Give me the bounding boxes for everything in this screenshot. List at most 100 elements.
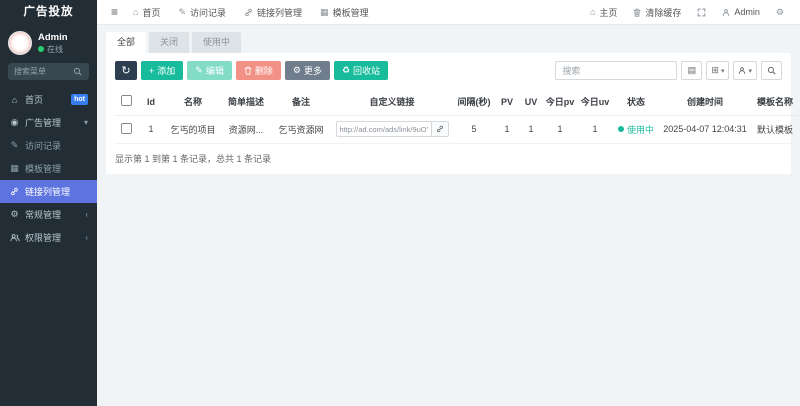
add-button-label: 添加 [157, 66, 176, 76]
col-header-note[interactable]: 备注 [271, 89, 331, 116]
topnav-label: 链接列管理 [257, 7, 303, 18]
status-label: 使用中 [626, 124, 654, 135]
cell-name: 乞丐的项目 [165, 115, 221, 144]
select-all-checkbox[interactable] [120, 94, 132, 107]
col-header-today-pv[interactable]: 今日pv [543, 89, 577, 116]
recycle-icon: ♻ [341, 65, 351, 75]
copy-link-button[interactable] [431, 121, 449, 138]
online-dot-icon [38, 46, 44, 52]
row-checkbox[interactable] [120, 122, 132, 134]
chevron-left-icon: ‹ [85, 210, 88, 219]
sidebar-item-label: 访问记录 [25, 141, 62, 151]
edit-button[interactable]: ✎ 编辑 [187, 61, 232, 80]
more-button-label: 更多 [303, 66, 322, 76]
homepage-button[interactable]: ⌂ 主页 [582, 6, 625, 19]
columns-button[interactable]: ⊞ ▾ [706, 61, 730, 80]
settings-button[interactable]: ⚙ [768, 7, 792, 18]
topnav-home[interactable]: ⌂ 首页 [124, 0, 169, 24]
app-title: 广告投放 [23, 6, 74, 18]
sidebar-item-label: 广告管理 [25, 118, 62, 128]
homepage-label: 主页 [599, 7, 618, 18]
trash-icon [633, 8, 641, 17]
col-header-pv[interactable]: PV [495, 89, 519, 116]
col-header-today-uv[interactable]: 今日uv [577, 89, 613, 116]
topnav-visit-records[interactable]: ✎ 访问记录 [169, 0, 235, 24]
tab-closed[interactable]: 关闭 [149, 32, 190, 53]
status-tabs: 全部 关闭 使用中 [106, 32, 791, 53]
gear-icon: ⚙ [775, 6, 784, 17]
topnav-label: 模板管理 [332, 7, 369, 18]
hamburger-icon[interactable]: ≡ [105, 5, 124, 19]
table-header-row: Id 名称 简单描述 备注 自定义链接 间隔(秒) PV UV 今日pv 今日u… [115, 89, 800, 116]
pencil-icon: ✎ [10, 140, 19, 150]
cell-note: 乞丐资源网 [271, 115, 331, 144]
more-button[interactable]: ⚙ 更多 [284, 61, 330, 80]
bullhorn-icon: ◉ [10, 117, 19, 127]
cell-id: 1 [137, 115, 165, 144]
topbar-right: ⌂ 主页 清除缓存 Admin ⚙ [582, 6, 792, 19]
toggle-view-button[interactable]: ▤ [681, 61, 703, 80]
cell-uv: 1 [519, 115, 543, 144]
gears-icon: ⚙ [10, 209, 19, 219]
refresh-icon: ↻ [121, 65, 131, 77]
table-search-input[interactable] [555, 61, 678, 80]
fullscreen-button[interactable] [689, 8, 714, 17]
col-header-template-name[interactable]: 模板名称 [751, 89, 799, 116]
sidebar-item-visit-records[interactable]: ✎ 访问记录 [0, 134, 97, 157]
delete-button[interactable]: 删除 [235, 61, 281, 80]
topnav-label: 访问记录 [190, 7, 227, 18]
sidebar-search-input[interactable] [14, 67, 72, 76]
col-header-interval[interactable]: 间隔(秒) [453, 89, 495, 116]
col-header-name[interactable]: 名称 [165, 89, 221, 116]
col-header-uv[interactable]: UV [519, 89, 543, 116]
user-name: Admin [38, 31, 68, 43]
link-icon [436, 125, 444, 133]
chevron-down-icon: ▾ [83, 118, 88, 127]
sidebar-item-label: 常规管理 [25, 210, 62, 220]
export-user-button[interactable]: ▾ [733, 61, 757, 80]
cell-created-at: 2025-04-07 12:04:31 [659, 115, 751, 144]
col-header-description[interactable]: 简单描述 [221, 89, 271, 116]
user-icon [738, 66, 746, 75]
table-icon: ▦ [10, 163, 19, 173]
avatar[interactable] [8, 31, 32, 55]
edit-button-label: 编辑 [205, 66, 224, 76]
refresh-button[interactable]: ↻ [115, 61, 137, 80]
search-button[interactable] [761, 61, 782, 80]
search-icon [767, 66, 776, 75]
status-badge[interactable]: 使用中 [617, 123, 654, 136]
sidebar-item-template-management[interactable]: ▦ 模板管理 [0, 157, 97, 180]
topnav-link-management[interactable]: 链接列管理 [235, 0, 311, 24]
clear-cache-button[interactable]: 清除缓存 [625, 6, 689, 19]
col-header-created-at[interactable]: 创建时间 [659, 89, 751, 116]
table-panel: ↻ + 添加 ✎ 编辑 删除 ⚙ 更多 ♻ 回收站 搜索 ▤ ⊞ ▾ ▾ Id … [106, 53, 800, 174]
sidebar-item-ad-management[interactable]: ◉ 广告管理 ▾ [0, 111, 97, 134]
sidebar-item-label: 权限管理 [25, 233, 62, 243]
tab-all[interactable]: 全部 [106, 32, 147, 53]
add-button[interactable]: + 添加 [141, 61, 184, 80]
toolbar: ↻ + 添加 ✎ 编辑 删除 ⚙ 更多 ♻ 回收站 搜索 ▤ ⊞ ▾ ▾ [115, 61, 782, 80]
sidebar-item-link-management[interactable]: 链接列管理 [0, 180, 97, 203]
sidebar-item-home[interactable]: ⌂ 首页 hot [0, 88, 97, 111]
link-icon [9, 187, 20, 196]
custom-link-input[interactable] [335, 121, 432, 138]
cell-today-uv: 1 [577, 115, 613, 144]
home-icon: ⌂ [589, 7, 596, 17]
delete-button-label: 删除 [254, 66, 273, 76]
topnav-template-management[interactable]: ▦ 模板管理 [311, 0, 378, 24]
expand-icon [697, 8, 706, 17]
user-menu[interactable]: Admin [714, 7, 768, 17]
col-header-status[interactable]: 状态 [613, 89, 659, 116]
sidebar-item-general-management[interactable]: ⚙ 常规管理 ‹ [0, 203, 97, 226]
col-header-id[interactable]: Id [137, 89, 165, 116]
chevron-left-icon: ‹ [85, 233, 88, 242]
cell-description: 资源网... [221, 115, 271, 144]
user-menu-label: Admin [734, 7, 760, 17]
tab-in-use[interactable]: 使用中 [192, 32, 242, 53]
record-count-summary: 显示第 1 到第 1 条记录，总共 1 条记录 [115, 153, 272, 164]
sidebar-item-permission-management[interactable]: 权限管理 ‹ [0, 226, 97, 249]
col-header-custom-link[interactable]: 自定义链接 [331, 89, 453, 116]
recycle-bin-button[interactable]: ♻ 回收站 [333, 61, 389, 80]
data-table: Id 名称 简单描述 备注 自定义链接 间隔(秒) PV UV 今日pv 今日u… [115, 89, 800, 144]
sidebar-menu: ⌂ 首页 hot ◉ 广告管理 ▾ ✎ 访问记录 ▦ 模板管理 链接列管理 ⚙ … [0, 88, 97, 249]
